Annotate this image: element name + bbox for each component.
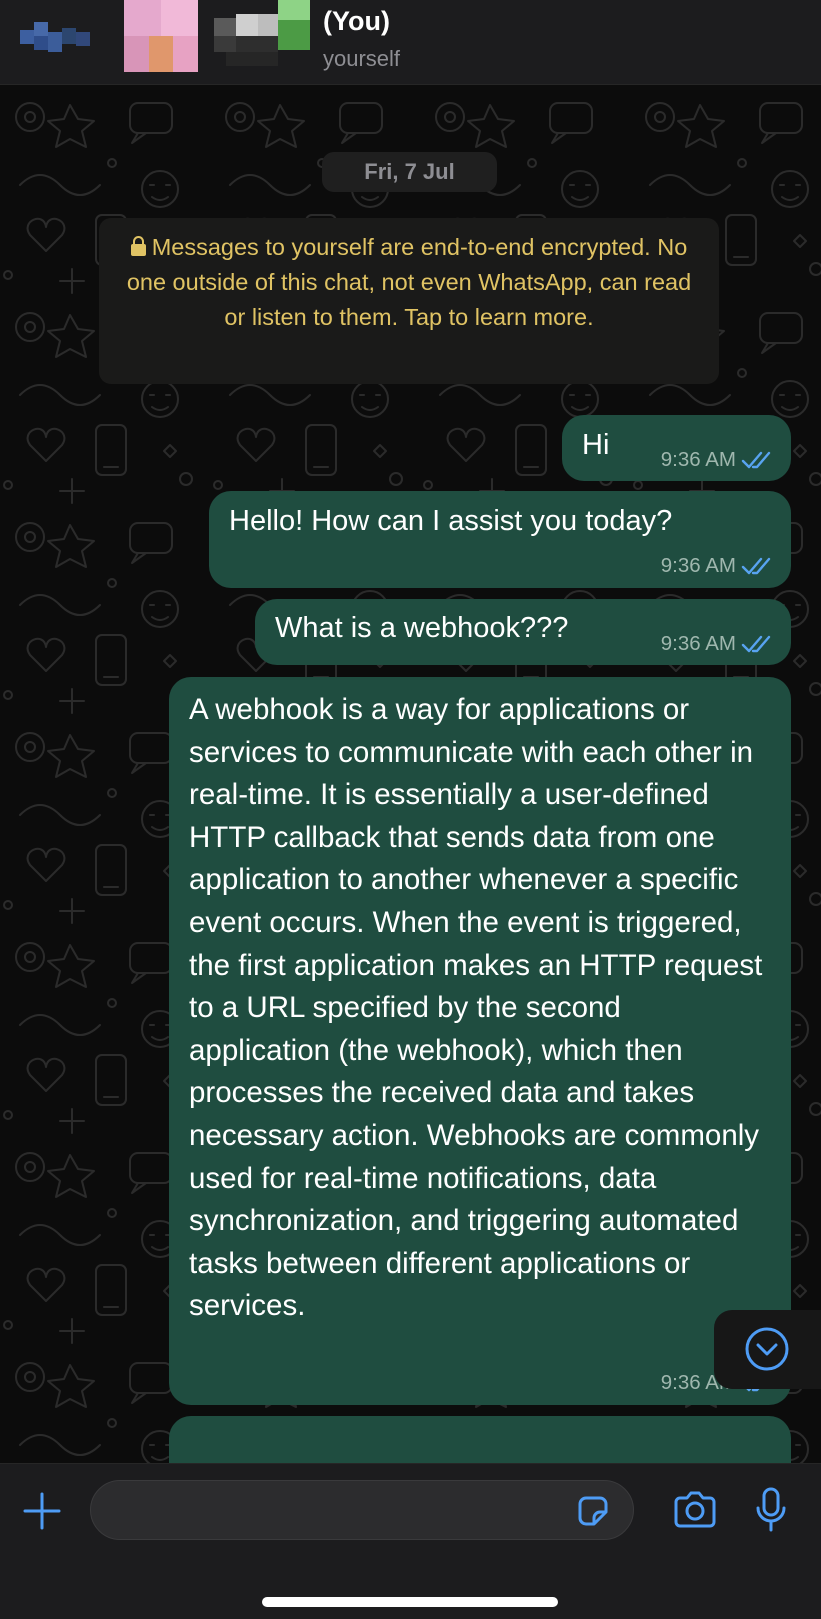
- message-bubble[interactable]: What is a webhook??? 9:36 AM: [255, 599, 791, 665]
- avatar[interactable]: [124, 0, 198, 72]
- encryption-notice[interactable]: Messages to yourself are end-to-end encr…: [99, 218, 719, 384]
- message-text: What is a webhook???: [275, 612, 569, 644]
- message-meta: 9:36 AM: [661, 554, 771, 578]
- message-list[interactable]: Fri, 7 Jul Messages to yourself are end-…: [0, 85, 821, 1463]
- message-time: 9:36 AM: [660, 448, 736, 471]
- camera-icon[interactable]: [672, 1490, 718, 1530]
- message-time: 9:36 AM: [660, 554, 736, 577]
- message-text: Hello! How can I assist you today?: [229, 505, 673, 537]
- contact-name-blurred: [214, 0, 310, 72]
- composer-bar: [0, 1463, 821, 1619]
- message-time: 9:36 AM: [660, 632, 736, 655]
- double-check-icon: [741, 451, 771, 469]
- plus-icon[interactable]: [22, 1491, 62, 1531]
- scroll-to-bottom-button[interactable]: [714, 1310, 821, 1389]
- message-text: A webhook is a way for applications or s…: [189, 693, 763, 1323]
- double-check-icon: [741, 635, 771, 653]
- message-input[interactable]: [90, 1480, 634, 1540]
- lock-icon: [130, 236, 146, 256]
- double-check-icon: [741, 557, 771, 575]
- message-bubble[interactable]: Hello! How can I assist you today? 9:36 …: [209, 491, 791, 588]
- microphone-icon[interactable]: [753, 1486, 789, 1534]
- message-bubble-partial[interactable]: [169, 1416, 791, 1463]
- message-meta: 9:36 AM: [661, 632, 771, 656]
- sticker-icon[interactable]: [574, 1492, 612, 1530]
- chat-title[interactable]: (You): [323, 6, 390, 37]
- chat-header: (You) yourself: [0, 0, 821, 85]
- message-meta: 9:36 AM: [661, 448, 771, 472]
- chat-subtitle: yourself: [323, 46, 401, 71]
- back-button[interactable]: [20, 22, 90, 64]
- encryption-notice-text: Messages to yourself are end-to-end encr…: [126, 234, 692, 330]
- message-text: Hi: [582, 429, 610, 461]
- message-bubble[interactable]: Hi 9:36 AM: [562, 415, 791, 481]
- home-indicator[interactable]: [262, 1597, 558, 1607]
- chevron-down-circle-icon: [744, 1326, 790, 1372]
- message-bubble[interactable]: A webhook is a way for applications or s…: [169, 677, 791, 1405]
- date-separator: Fri, 7 Jul: [322, 152, 497, 192]
